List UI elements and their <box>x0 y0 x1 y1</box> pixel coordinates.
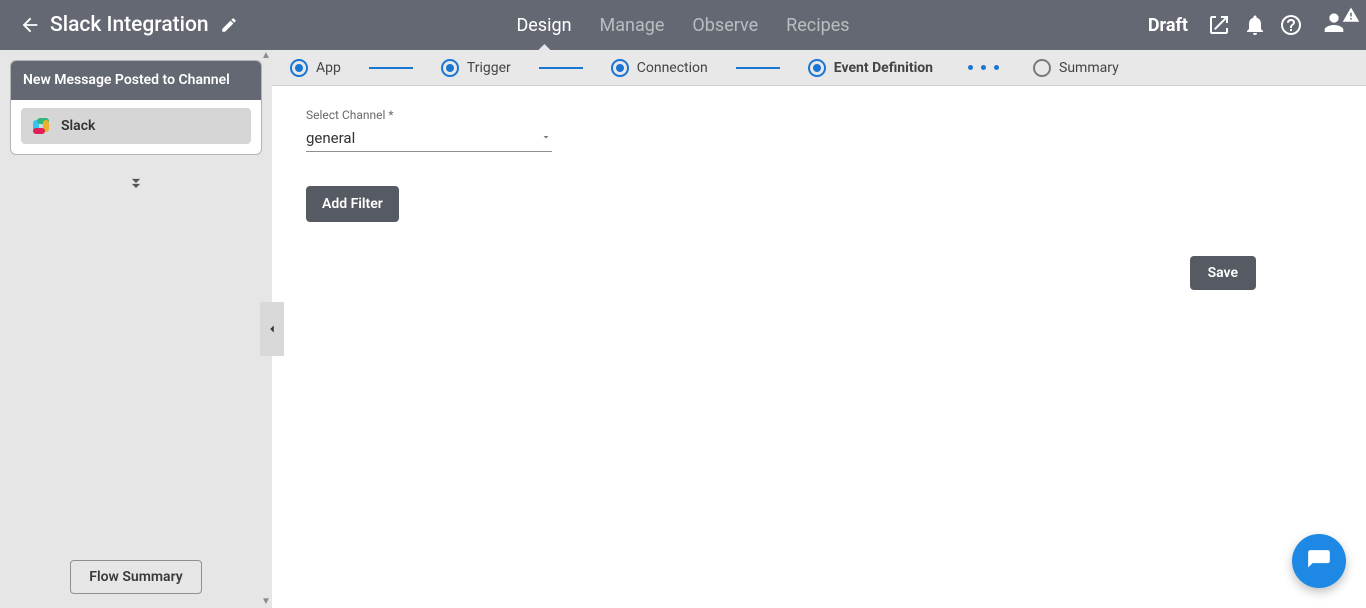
main: App Trigger Connection Event Definition … <box>272 50 1366 608</box>
help-icon[interactable] <box>1278 12 1304 38</box>
trigger-card: New Message Posted to Channel Slack <box>10 60 262 155</box>
body: ▲ ▼ New Message Posted to Channel Slack … <box>0 50 1366 608</box>
status-badge: Draft <box>1148 15 1188 36</box>
sidebar: ▲ ▼ New Message Posted to Channel Slack … <box>0 50 272 608</box>
back-arrow-icon[interactable] <box>18 13 42 37</box>
open-external-icon[interactable] <box>1206 12 1232 38</box>
page-title: Slack Integration <box>50 13 209 37</box>
sidebar-collapse-handle[interactable] <box>260 302 284 356</box>
form-area: Select Channel * general Add Filter Save <box>272 86 1366 608</box>
slack-icon <box>29 114 53 138</box>
scroll-down-icon[interactable]: ▼ <box>260 596 272 608</box>
step-summary[interactable]: Summary <box>1033 59 1119 77</box>
channel-select[interactable]: general <box>306 126 552 152</box>
top-tabs: Design Manage Observe Recipes <box>502 0 863 50</box>
save-button[interactable]: Save <box>1190 256 1256 290</box>
step-trigger[interactable]: Trigger <box>441 59 511 77</box>
step-event-definition[interactable]: Event Definition <box>808 59 933 77</box>
step-connector <box>369 67 413 69</box>
expand-toggle[interactable] <box>123 173 149 193</box>
tab-label: Manage <box>600 15 665 36</box>
step-radio-icon <box>290 59 308 77</box>
stepper: App Trigger Connection Event Definition … <box>272 50 1366 86</box>
step-connection[interactable]: Connection <box>611 59 708 77</box>
step-connector-dots <box>961 67 1005 69</box>
step-radio-icon <box>611 59 629 77</box>
step-label: Event Definition <box>834 60 933 76</box>
tab-label: Recipes <box>786 15 849 36</box>
topbar: Slack Integration Design Manage Observe … <box>0 0 1366 50</box>
step-connector <box>539 67 583 69</box>
step-label: Connection <box>637 60 708 76</box>
chat-launcher[interactable] <box>1292 534 1346 588</box>
step-radio-icon <box>441 59 459 77</box>
warning-badge-icon <box>1342 6 1360 24</box>
topbar-right: Draft <box>1148 10 1366 40</box>
step-radio-icon <box>808 59 826 77</box>
caret-down-icon <box>540 128 552 147</box>
flow-summary-button[interactable]: Flow Summary <box>70 560 201 594</box>
bell-icon[interactable] <box>1242 12 1268 38</box>
topbar-left: Slack Integration <box>0 13 239 37</box>
add-filter-button[interactable]: Add Filter <box>306 186 399 222</box>
scroll-up-icon[interactable]: ▲ <box>260 50 272 62</box>
user-avatar[interactable] <box>1314 10 1354 40</box>
step-label: Summary <box>1059 60 1119 76</box>
tab-manage[interactable]: Manage <box>586 0 679 50</box>
app-chip-slack[interactable]: Slack <box>21 108 251 144</box>
tab-label: Observe <box>692 15 758 36</box>
step-label: App <box>316 60 341 76</box>
trigger-card-title: New Message Posted to Channel <box>11 61 261 100</box>
step-label: Trigger <box>467 60 511 76</box>
tab-design[interactable]: Design <box>502 0 585 50</box>
channel-label: Select Channel * <box>306 108 1332 122</box>
step-connector <box>736 67 780 69</box>
trigger-card-body: Slack <box>11 100 261 154</box>
tab-label: Design <box>516 15 571 36</box>
tab-observe[interactable]: Observe <box>678 0 772 50</box>
app-chip-label: Slack <box>61 118 95 134</box>
tab-recipes[interactable]: Recipes <box>772 0 863 50</box>
step-radio-icon <box>1033 59 1051 77</box>
channel-value: general <box>306 129 355 147</box>
step-app[interactable]: App <box>290 59 341 77</box>
edit-icon[interactable] <box>219 15 239 35</box>
